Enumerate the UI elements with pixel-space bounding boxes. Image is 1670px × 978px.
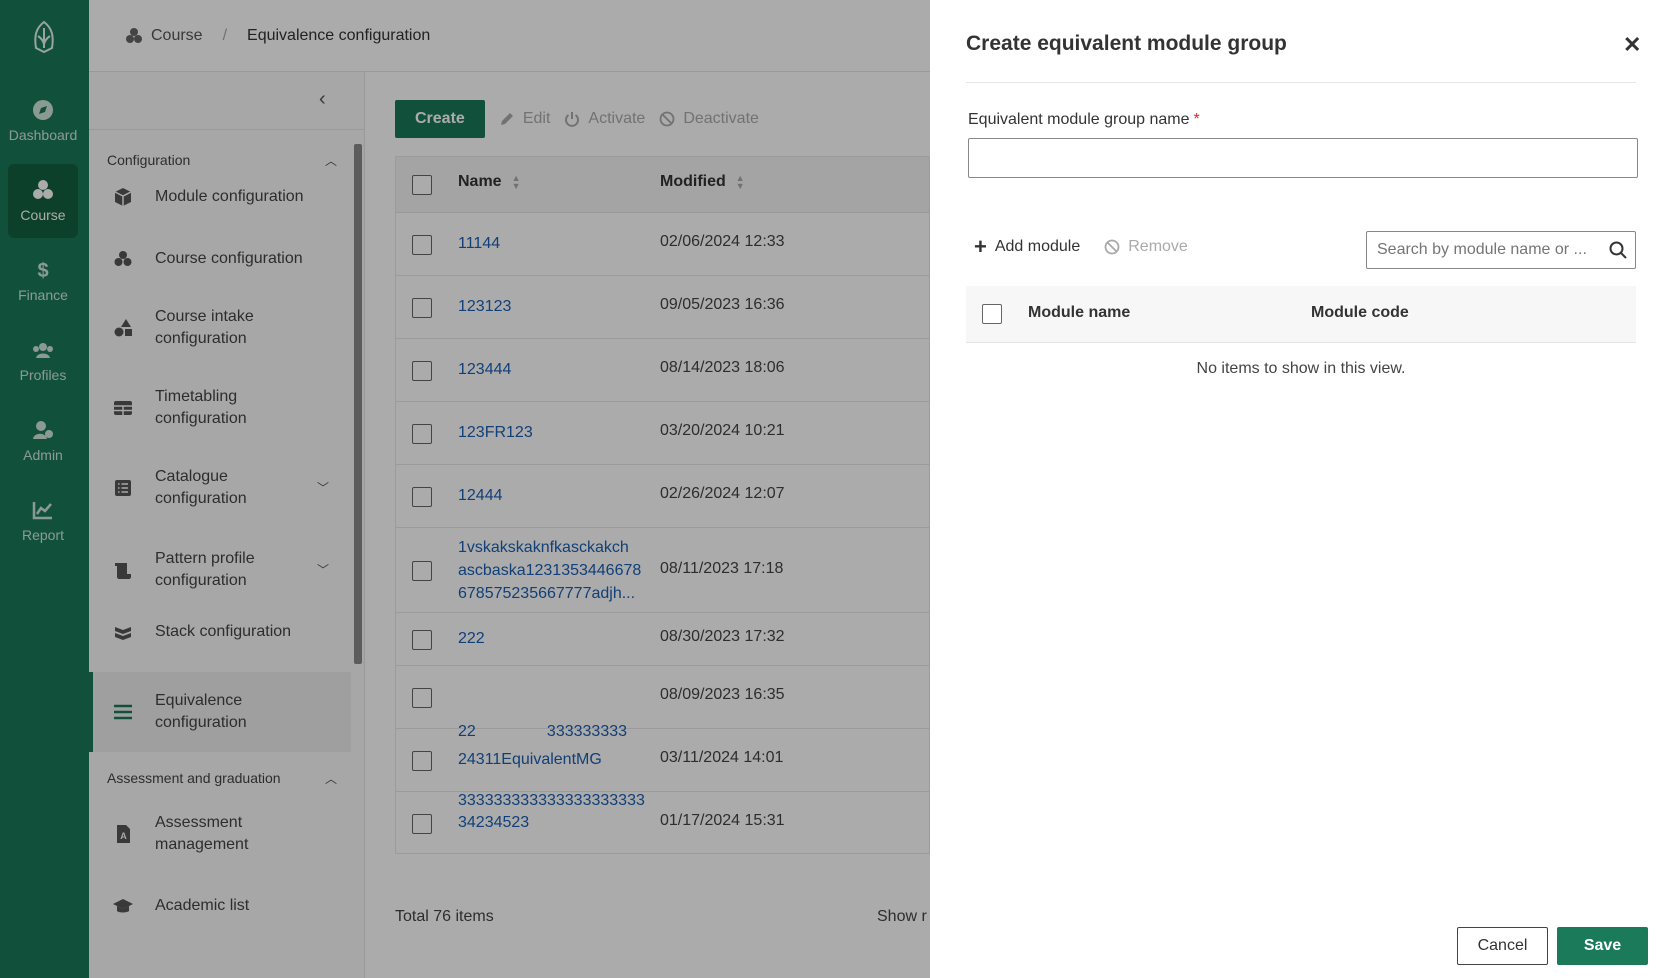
plus-icon: + xyxy=(974,234,987,259)
create-equivalent-module-group-panel: Create equivalent module group ✕ Equival… xyxy=(930,0,1670,978)
cancel-button[interactable]: Cancel xyxy=(1457,927,1548,965)
add-module-button[interactable]: + Add module xyxy=(974,234,1081,259)
module-search-input[interactable] xyxy=(1377,241,1597,259)
remove-label: Remove xyxy=(1128,238,1188,255)
divider xyxy=(966,82,1636,83)
remove-button[interactable]: Remove xyxy=(1104,238,1188,256)
save-button[interactable]: Save xyxy=(1557,927,1648,965)
ban-icon xyxy=(1104,239,1120,255)
required-mark: * xyxy=(1193,111,1200,128)
search-icon[interactable] xyxy=(1609,241,1627,259)
modal-backdrop[interactable] xyxy=(0,0,930,978)
add-module-label: Add module xyxy=(994,238,1081,255)
module-toolbar: + Add module Remove xyxy=(974,234,1188,259)
column-module-name[interactable]: Module name xyxy=(1028,304,1130,322)
close-icon[interactable]: ✕ xyxy=(1623,32,1641,58)
module-table-header: Module name Module code xyxy=(966,286,1636,343)
panel-title: Create equivalent module group xyxy=(966,32,1287,55)
select-all-modules-checkbox[interactable] xyxy=(982,304,1002,324)
empty-state: No items to show in this view. xyxy=(1196,360,1406,377)
group-name-input[interactable] xyxy=(968,138,1638,178)
field-label-text: Equivalent module group name xyxy=(968,111,1190,128)
module-search xyxy=(1366,231,1636,269)
column-module-code[interactable]: Module code xyxy=(1311,304,1409,322)
group-name-label: Equivalent module group name * xyxy=(968,111,1200,129)
